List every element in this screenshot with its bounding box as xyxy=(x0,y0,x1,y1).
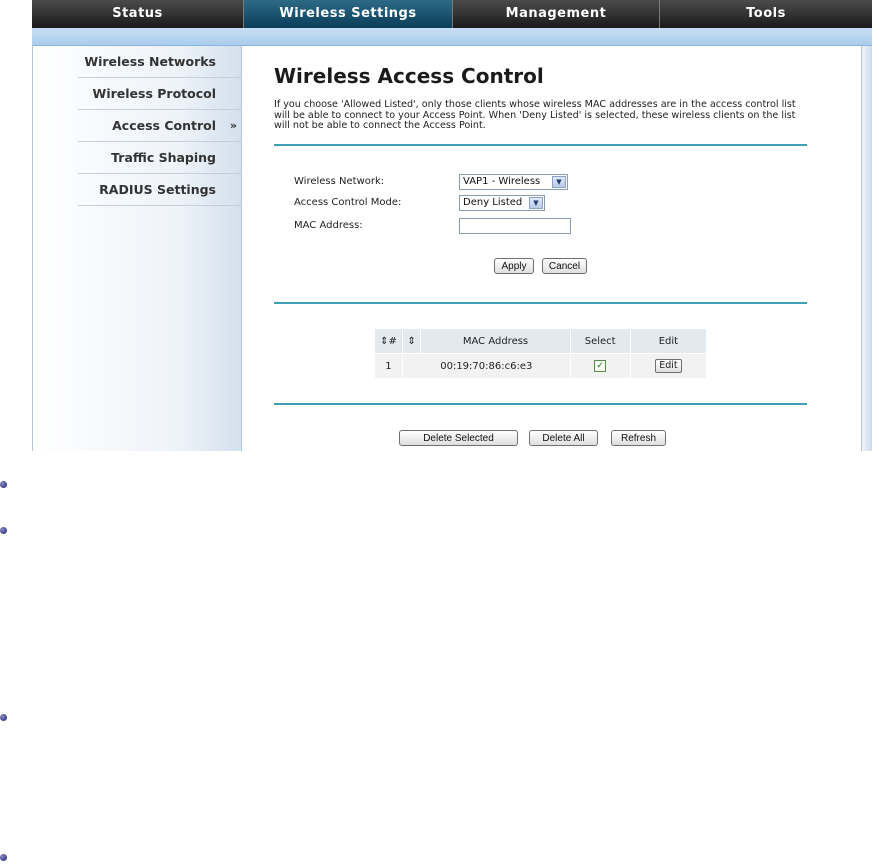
sidebar-item-radius-settings[interactable]: RADIUS Settings xyxy=(78,174,241,206)
access-control-mode-select[interactable]: Deny Listed ▼ xyxy=(459,195,545,211)
sub-navigation-bar xyxy=(32,28,872,46)
double-chevron-right-icon: » xyxy=(229,119,237,132)
page-title: Wireless Access Control xyxy=(274,64,544,88)
tab-wireless-settings[interactable]: Wireless Settings xyxy=(244,0,453,28)
bullet-point xyxy=(0,854,7,861)
table-header-row: ⇕# ⇕ MAC Address Select Edit xyxy=(374,328,708,354)
bullet-point xyxy=(0,481,7,488)
right-border-strip xyxy=(861,46,872,451)
mac-address-label: MAC Address: xyxy=(294,220,363,231)
column-header-sort[interactable]: ⇕ xyxy=(401,328,422,354)
wireless-network-label: Wireless Network: xyxy=(294,176,385,187)
tab-tools[interactable]: Tools xyxy=(660,0,872,28)
column-header-number[interactable]: ⇕# xyxy=(374,328,403,354)
row-select-cell: ✓ xyxy=(569,353,631,379)
section-divider xyxy=(274,144,807,146)
sidebar-item-label: Traffic Shaping xyxy=(111,150,216,165)
router-admin-window: Status Wireless Settings Management Tool… xyxy=(32,0,872,451)
bullet-point xyxy=(0,527,7,534)
sidebar: Wireless Networks Wireless Protocol Acce… xyxy=(32,46,242,451)
apply-button[interactable]: Apply xyxy=(494,258,534,274)
sidebar-item-access-control[interactable]: Access Control » xyxy=(78,110,241,142)
sidebar-item-label: Wireless Networks xyxy=(84,54,216,69)
row-edit-cell: Edit xyxy=(629,353,708,379)
bullet-point xyxy=(0,714,7,721)
mac-access-table: ⇕# ⇕ MAC Address Select Edit 1 00:19:70:… xyxy=(374,328,708,379)
access-control-mode-value: Deny Listed xyxy=(463,197,523,208)
refresh-button[interactable]: Refresh xyxy=(611,430,666,446)
chevron-down-icon: ▼ xyxy=(552,176,566,188)
row-mac-address: 00:19:70:86:c6:e3 xyxy=(401,353,571,379)
section-divider xyxy=(274,302,807,304)
row-select-checkbox[interactable]: ✓ xyxy=(594,360,607,372)
tab-status[interactable]: Status xyxy=(32,0,244,28)
chevron-down-icon: ▼ xyxy=(529,197,543,209)
row-number: 1 xyxy=(374,353,403,379)
sidebar-item-traffic-shaping[interactable]: Traffic Shaping xyxy=(78,142,241,174)
main-content: Wireless Access Control If you choose 'A… xyxy=(274,46,807,451)
sidebar-item-label: Access Control xyxy=(112,118,216,133)
sidebar-item-label: Wireless Protocol xyxy=(92,86,216,101)
cancel-button[interactable]: Cancel xyxy=(542,258,587,274)
sidebar-item-wireless-protocol[interactable]: Wireless Protocol xyxy=(78,78,241,110)
column-header-edit: Edit xyxy=(629,328,708,354)
column-header-select: Select xyxy=(569,328,631,354)
row-edit-button[interactable]: Edit xyxy=(655,359,682,373)
section-divider xyxy=(274,403,807,405)
mac-address-input[interactable] xyxy=(459,218,571,234)
delete-all-button[interactable]: Delete All xyxy=(529,430,598,446)
access-control-mode-label: Access Control Mode: xyxy=(294,197,402,208)
page-description: If you choose 'Allowed Listed', only tho… xyxy=(274,99,796,131)
table-row: 1 00:19:70:86:c6:e3 ✓ Edit xyxy=(374,353,708,379)
wireless-network-select[interactable]: VAP1 - Wireless ▼ xyxy=(459,174,568,190)
wireless-network-value: VAP1 - Wireless xyxy=(463,176,541,187)
delete-selected-button[interactable]: Delete Selected xyxy=(399,430,518,446)
sidebar-item-wireless-networks[interactable]: Wireless Networks xyxy=(78,46,241,78)
top-navigation: Status Wireless Settings Management Tool… xyxy=(32,0,872,28)
tab-management[interactable]: Management xyxy=(453,0,660,28)
sidebar-item-label: RADIUS Settings xyxy=(99,182,216,197)
column-header-mac-address: MAC Address xyxy=(420,328,571,354)
